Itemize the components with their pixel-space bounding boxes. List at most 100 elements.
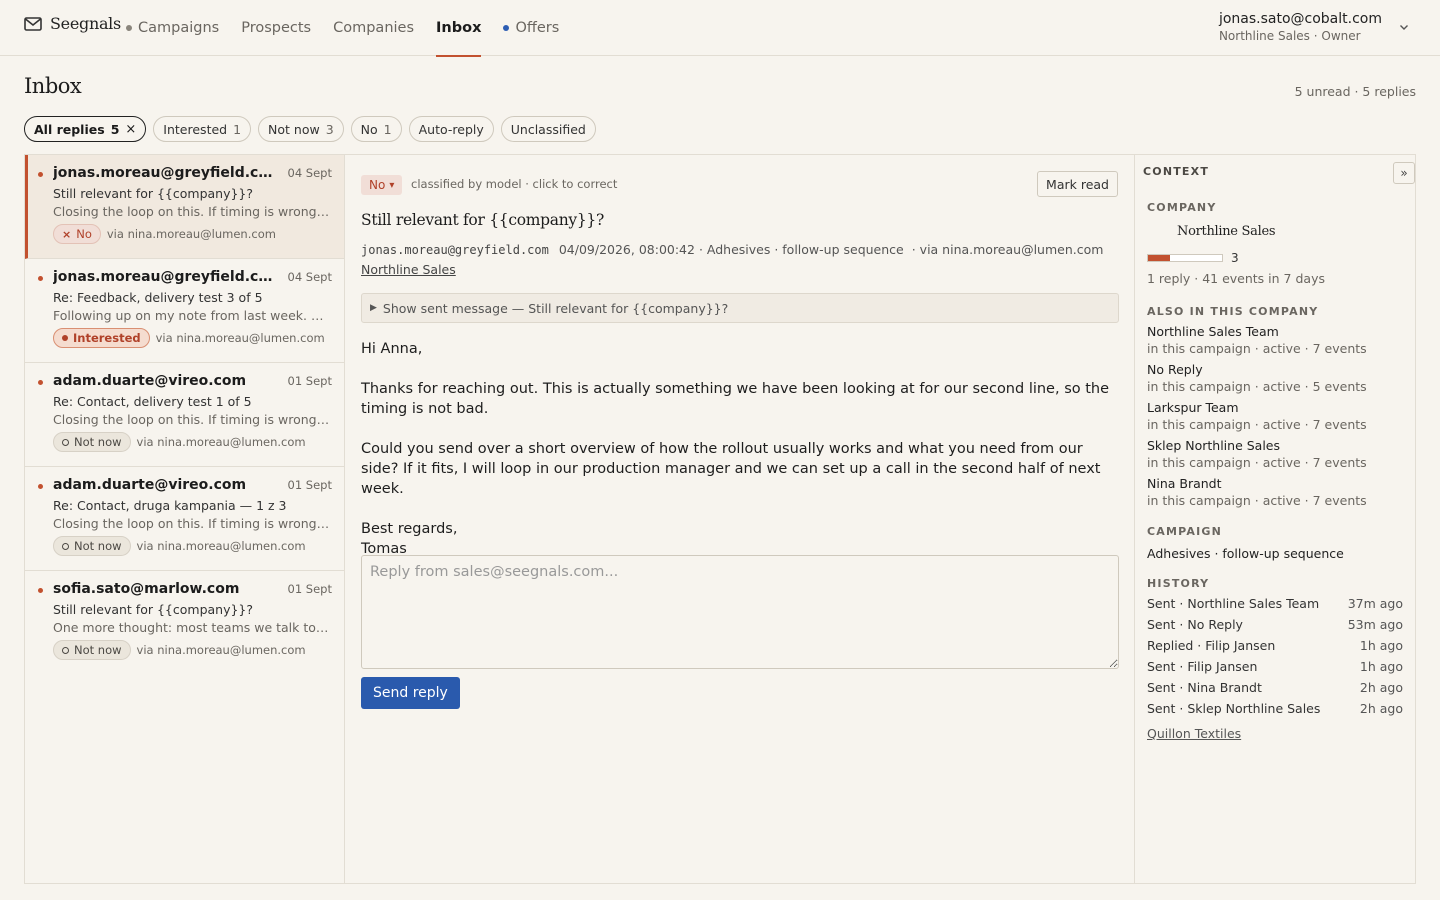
triangle-right-icon: ▶ xyxy=(370,303,377,313)
thread-row[interactable]: jonas.moreau@greyfield.com 04 Sept Re: F… xyxy=(25,259,344,363)
message-detail: No ▾ classified by model · click to corr… xyxy=(345,155,1135,883)
status-badge: Interested xyxy=(53,328,150,348)
status-badge: Not now xyxy=(53,432,131,452)
account-menu[interactable]: jonas.sato@cobalt.com Northline Sales · … xyxy=(1219,11,1410,43)
thread-date: 04 Sept xyxy=(287,166,332,180)
status-badge: Not now xyxy=(53,640,131,660)
section-label: CAMPAIGN xyxy=(1147,525,1223,538)
filter-no[interactable]: No 1 xyxy=(350,116,402,142)
badge-label: Not now xyxy=(74,539,122,553)
campaign-name[interactable]: Adhesives · follow-up sequence xyxy=(1147,546,1403,561)
reply-input[interactable] xyxy=(361,555,1119,669)
message-via: · via nina.moreau@lumen.com xyxy=(911,242,1104,257)
history-time: 1h ago xyxy=(1359,659,1403,674)
history-action: Replied · Filip Jansen xyxy=(1147,638,1276,653)
filter-auto-reply[interactable]: Auto-reply xyxy=(408,116,494,142)
thread-via: via nina.moreau@lumen.com xyxy=(155,331,325,345)
filter-label: Auto-reply xyxy=(418,121,484,137)
contact-status: in this campaign · active · 5 events xyxy=(1147,379,1367,394)
company-summary: 1 reply · 41 events in 7 days xyxy=(1147,271,1325,286)
context-history: HISTORY Sent · Northline Sales Team 37m … xyxy=(1147,577,1403,742)
account-role: Northline Sales · Owner xyxy=(1218,29,1361,43)
send-reply-button[interactable]: Send reply xyxy=(361,677,460,709)
history-time: 37m ago xyxy=(1347,596,1403,611)
caret-down-icon: ▾ xyxy=(389,179,395,191)
nav-inbox[interactable]: Inbox xyxy=(436,0,482,57)
thread-row[interactable]: adam.duarte@vireo.com 01 Sept Re: Contac… xyxy=(25,363,344,467)
brand[interactable]: Seegnals xyxy=(24,14,121,33)
thread-date: 01 Sept xyxy=(287,478,332,492)
nav-label: Offers xyxy=(515,20,560,36)
history-row: Sent · Nina Brandt 2h ago xyxy=(1147,680,1403,695)
collapse-panel-button[interactable]: » xyxy=(1393,162,1415,184)
list-item[interactable]: No Reply in this campaign · active · 5 e… xyxy=(1147,362,1403,394)
message-company-link[interactable]: Northline Sales xyxy=(361,262,456,277)
filter-not-now[interactable]: Not now 3 xyxy=(258,116,344,142)
thread-from: jonas.moreau@greyfield.com xyxy=(53,269,278,285)
filter-interested[interactable]: Interested 1 xyxy=(153,116,252,142)
list-item[interactable]: Nina Brandt in this campaign · active · … xyxy=(1147,476,1403,508)
nav-campaigns[interactable]: Campaigns xyxy=(126,0,219,56)
company-name[interactable]: Northline Sales xyxy=(1177,224,1403,239)
context-panel: CONTEXT » COMPANY Northline Sales 3 1 re… xyxy=(1135,155,1415,883)
history-action: Sent · Filip Jansen xyxy=(1147,659,1258,674)
nav-label: Prospects xyxy=(241,20,312,36)
message-campaign: · Adhesives · follow-up sequence xyxy=(698,242,904,257)
list-item[interactable]: Sklep Northline Sales in this campaign ·… xyxy=(1147,438,1403,470)
body-paragraph: Could you send over a short overview of … xyxy=(361,441,1101,497)
history-action: Sent · No Reply xyxy=(1147,617,1243,632)
status-badge: Not now xyxy=(53,536,131,556)
classification-note[interactable]: classified by model · click to correct xyxy=(411,177,617,191)
filter-unclassified[interactable]: Unclassified xyxy=(500,116,596,142)
classification-badge[interactable]: No ▾ xyxy=(361,175,403,195)
thread-preview: Closing the loop on this. If timing is w… xyxy=(53,412,332,427)
mark-read-button[interactable]: Mark read xyxy=(1037,171,1118,197)
history-row: Replied · Filip Jansen 1h ago xyxy=(1147,638,1403,653)
history-row: Sent · Sklep Northline Sales 2h ago xyxy=(1147,701,1403,716)
thread-via: via nina.moreau@lumen.com xyxy=(136,435,306,449)
thread-subject: Still relevant for {{company}}? xyxy=(53,186,254,201)
thread-row[interactable]: adam.duarte@vireo.com 01 Sept Re: Contac… xyxy=(25,467,344,571)
thread-row[interactable]: jonas.moreau@greyfield.com 04 Sept Still… xyxy=(25,155,344,259)
contact-name: Larkspur Team xyxy=(1147,400,1239,415)
contact-status: in this campaign · active · 7 events xyxy=(1147,493,1367,508)
contact-name: Sklep Northline Sales xyxy=(1147,438,1281,453)
history-action: Sent · Northline Sales Team xyxy=(1147,596,1320,611)
filter-count: 1 xyxy=(233,121,242,137)
engagement-meter-fill xyxy=(1148,255,1171,261)
nav-companies[interactable]: Companies xyxy=(333,0,414,56)
nav-label: Companies xyxy=(333,20,415,36)
thread-via: via nina.moreau@lumen.com xyxy=(136,643,306,657)
thread-from: jonas.moreau@greyfield.com xyxy=(53,165,278,181)
thread-subject: Re: Feedback, delivery test 3 of 5 xyxy=(53,290,263,305)
history-time: 1h ago xyxy=(1359,638,1403,653)
thread-date: 01 Sept xyxy=(287,582,332,596)
list-item[interactable]: Larkspur Team in this campaign · active … xyxy=(1147,400,1403,432)
contact-status: in this campaign · active · 7 events xyxy=(1147,417,1367,432)
ring-icon xyxy=(62,646,69,654)
thread-preview: Closing the loop on this. If timing is w… xyxy=(53,204,332,219)
ring-icon xyxy=(62,438,69,446)
context-title: CONTEXT xyxy=(1143,165,1210,178)
thread-from: adam.duarte@vireo.com xyxy=(53,477,247,493)
message-meta: jonas.moreau@greyfield.com 04/09/2026, 0… xyxy=(361,242,1103,257)
filter-all-replies[interactable]: All replies 5 × xyxy=(24,116,147,142)
thread-subject: Re: Contact, druga kampania — 1 z 3 xyxy=(53,498,287,513)
show-sent-message-toggle[interactable]: ▶ Show sent message — Still relevant for… xyxy=(361,293,1119,323)
list-item[interactable]: Northline Sales Team in this campaign · … xyxy=(1147,324,1403,356)
badge-label: Not now xyxy=(74,643,122,657)
history-action: Sent · Sklep Northline Sales xyxy=(1147,701,1321,716)
history-time: 2h ago xyxy=(1359,701,1403,716)
thread-row[interactable]: sofia.sato@marlow.com 01 Sept Still rele… xyxy=(25,571,344,675)
sent-toggle-label: Show sent message — Still relevant for {… xyxy=(382,300,729,316)
filter-label: Unclassified xyxy=(510,121,586,137)
filter-label: Interested xyxy=(163,121,228,137)
thread-subject: Re: Contact, delivery test 1 of 5 xyxy=(53,394,252,409)
nav-offers[interactable]: Offers xyxy=(503,0,559,56)
thread-date: 01 Sept xyxy=(287,374,332,388)
filter-count: 5 xyxy=(110,121,120,137)
history-company-link[interactable]: Quillon Textiles xyxy=(1147,726,1241,741)
close-icon[interactable]: × xyxy=(125,122,136,137)
brand-name: Seegnals xyxy=(50,14,121,33)
nav-prospects[interactable]: Prospects xyxy=(241,0,311,56)
